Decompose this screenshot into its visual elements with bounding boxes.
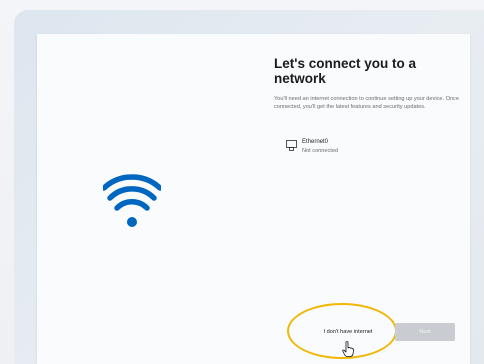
ethernet-icon (286, 140, 297, 151)
hand-pointer-icon (342, 341, 354, 357)
network-status: Not connected (302, 148, 339, 154)
no-internet-button[interactable]: I don't have internet (305, 325, 391, 339)
wifi-icon (103, 174, 161, 227)
next-button[interactable]: Next (395, 323, 455, 341)
page-title: Let's connect you to a network (274, 56, 416, 86)
network-name: Ethernet0 (302, 139, 329, 145)
network-item-ethernet[interactable]: Ethernet0 Not connected (286, 138, 376, 162)
page-description: You'll need an internet connection to co… (274, 96, 459, 110)
